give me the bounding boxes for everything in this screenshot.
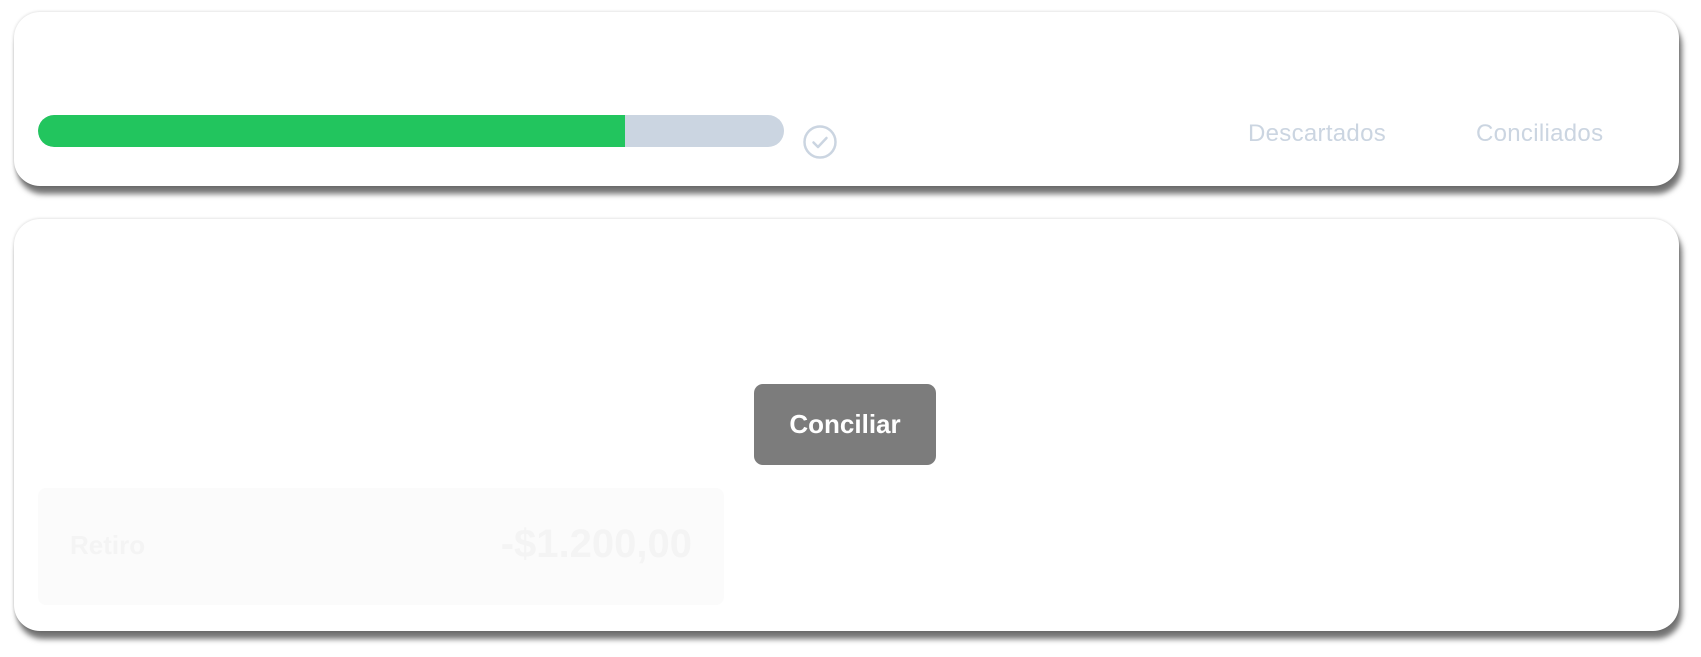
progress-bar (38, 115, 784, 147)
tab-descartados[interactable]: Descartados (1248, 120, 1386, 148)
summary-card: Descartados Conciliados (14, 12, 1679, 186)
conciliar-button[interactable]: Conciliar (754, 384, 936, 465)
faded-transaction-amount: -$1.200,00 (500, 522, 692, 566)
faded-transaction-label: Retiro (70, 530, 146, 560)
check-circle-icon (803, 125, 837, 159)
progress-bar-fill (38, 115, 626, 147)
tab-conciliados[interactable]: Conciliados (1476, 120, 1603, 148)
faded-transaction-row: Retiro -$1.200,00 (38, 488, 724, 605)
page: Descartados Conciliados Retiro -$1.200,0… (0, 0, 1701, 657)
